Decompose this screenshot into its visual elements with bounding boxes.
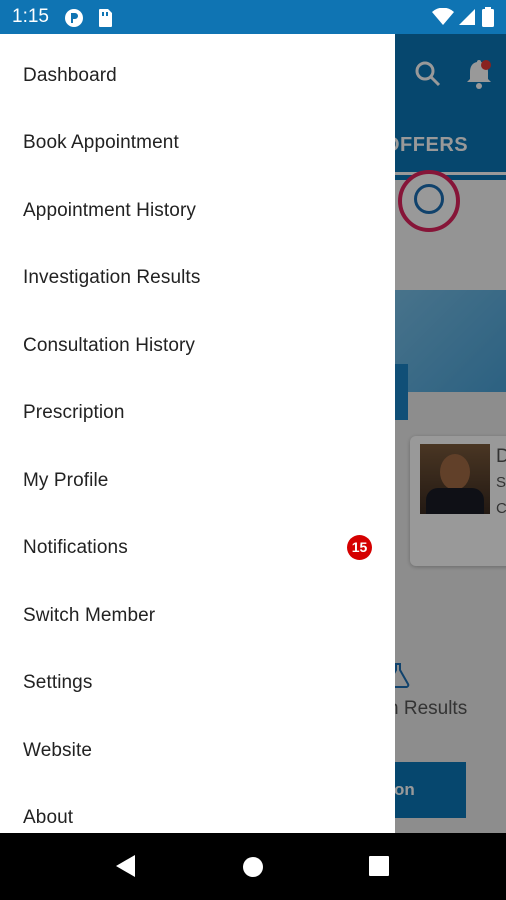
menu-item-dashboard[interactable]: Dashboard xyxy=(0,42,395,109)
menu-item-switch-member[interactable]: Switch Member xyxy=(0,582,395,649)
status-time: 1:15 xyxy=(12,6,49,27)
cell-signal-icon xyxy=(458,8,476,31)
system-navigation-bar xyxy=(0,833,506,900)
sim-card-icon xyxy=(96,8,114,33)
menu-item-label: Consultation History xyxy=(23,334,196,356)
menu-item-notifications[interactable]: Notifications 15 xyxy=(0,514,395,581)
menu-item-label: Book Appointment xyxy=(23,131,179,153)
menu-item-my-profile[interactable]: My Profile xyxy=(0,447,395,514)
menu-item-investigation-results[interactable]: Investigation Results xyxy=(0,244,395,311)
menu-item-book-appointment[interactable]: Book Appointment xyxy=(0,109,395,176)
status-bar: 1:15 xyxy=(0,0,506,34)
menu-item-label: Appointment History xyxy=(23,199,196,221)
menu-item-label: Dashboard xyxy=(23,64,117,86)
menu-item-label: About xyxy=(23,806,74,828)
navigation-drawer: Dashboard Book Appointment Appointment H… xyxy=(0,34,395,833)
menu-item-label: Settings xyxy=(23,671,93,693)
menu-item-label: My Profile xyxy=(23,469,109,491)
menu-item-label: Prescription xyxy=(23,401,125,423)
menu-item-appointment-history[interactable]: Appointment History xyxy=(0,177,395,244)
menu-item-label: Notifications xyxy=(23,536,128,558)
menu-item-label: Switch Member xyxy=(23,604,156,626)
menu-item-label: Website xyxy=(23,739,92,761)
recent-apps-icon[interactable] xyxy=(369,856,389,881)
app-notification-icon xyxy=(64,8,84,33)
wifi-icon xyxy=(432,7,454,31)
back-icon[interactable] xyxy=(114,854,136,883)
menu-item-prescription[interactable]: Prescription xyxy=(0,379,395,446)
battery-icon xyxy=(482,7,494,32)
menu-item-label: Investigation Results xyxy=(23,266,201,288)
notification-count-badge: 15 xyxy=(347,535,372,560)
menu-item-about[interactable]: About xyxy=(0,784,395,833)
menu-item-website[interactable]: Website xyxy=(0,717,395,784)
home-icon[interactable] xyxy=(242,856,264,883)
menu-item-consultation-history[interactable]: Consultation History xyxy=(0,312,395,379)
menu-item-settings[interactable]: Settings xyxy=(0,649,395,716)
